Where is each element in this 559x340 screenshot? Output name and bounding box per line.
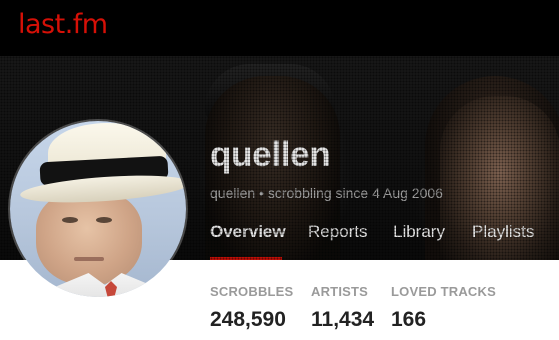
stat-label: LOVED TRACKS	[391, 284, 496, 299]
stat-value[interactable]: 248,590	[210, 308, 293, 332]
user-avatar[interactable]	[10, 121, 186, 297]
banner-artist-figure	[205, 64, 335, 124]
stat-label: SCROBBLES	[210, 284, 294, 299]
tab-playlists[interactable]: Playlists	[472, 220, 534, 260]
avatar-mouth	[74, 257, 104, 261]
tab-overview[interactable]: Overview	[210, 220, 286, 260]
stat-value[interactable]: 11,434	[311, 308, 374, 332]
active-tab-indicator	[210, 257, 282, 260]
profile-username: quellen	[210, 135, 331, 174]
stat-label: ARTISTS	[311, 284, 369, 299]
tab-reports[interactable]: Reports	[308, 220, 368, 260]
top-bar: last.fm	[0, 0, 559, 56]
profile-subline: quellen • scrobbling since 4 Aug 2006	[210, 185, 443, 201]
banner-artist-figure	[425, 76, 559, 260]
tab-library[interactable]: Library	[393, 220, 445, 260]
avatar-face	[36, 191, 142, 285]
stat-artists: ARTISTS 11,434	[311, 284, 374, 332]
banner-artist-figure	[440, 96, 559, 260]
avatar-eye	[62, 217, 78, 223]
stat-loved-tracks: LOVED TRACKS 166	[391, 284, 496, 332]
lastfm-logo[interactable]: last.fm	[18, 8, 108, 42]
stat-scrobbles: SCROBBLES 248,590	[210, 284, 293, 332]
banner-artist-figure	[205, 76, 340, 260]
avatar-eye	[96, 217, 112, 223]
stat-value[interactable]: 166	[391, 308, 496, 332]
